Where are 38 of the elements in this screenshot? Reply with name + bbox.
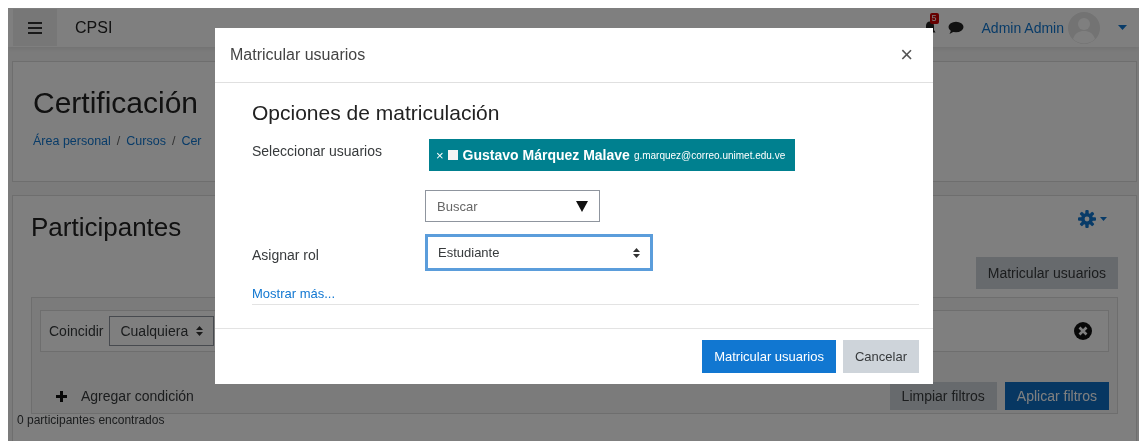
breadcrumb-link[interactable]: Cer — [181, 134, 202, 148]
enrol-users-button[interactable]: Matricular usuarios — [702, 340, 836, 373]
site-name[interactable]: CPSI — [75, 18, 113, 37]
section-heading: Opciones de matriculación — [252, 101, 501, 125]
participant-count: 0 participantes encontrados — [17, 414, 166, 427]
enrol-users-button[interactable]: Matricular usuarios — [975, 257, 1118, 289]
breadcrumb-link[interactable]: Área personal — [33, 134, 111, 148]
breadcrumb-link[interactable]: Cursos — [126, 134, 166, 148]
chat-icon[interactable] — [947, 21, 964, 34]
match-select[interactable]: Cualquiera — [109, 316, 215, 346]
show-more-link[interactable]: Mostrar más... — [252, 286, 336, 301]
sort-icon — [196, 326, 204, 336]
sort-icon — [633, 247, 640, 258]
clear-filters-button[interactable]: Limpiar filtros — [889, 382, 997, 410]
apply-filters-button[interactable]: Aplicar filtros — [1004, 382, 1109, 410]
dropdown-icon — [576, 200, 588, 212]
caret-icon[interactable] — [1118, 25, 1127, 30]
search-select[interactable]: Buscar — [425, 190, 600, 222]
modal-title: Matricular usuarios — [230, 46, 366, 64]
section-title: Participantes — [31, 212, 182, 243]
match-label: Coincidir — [49, 323, 104, 339]
remove-icon[interactable] — [1074, 322, 1092, 340]
menu-icon — [28, 21, 42, 34]
field-label: Seleccionar usuarios — [252, 142, 383, 159]
selected-user-chip[interactable]: × Gustavo Márquez Malave g.marquez@correo.unimet.edu.ve — [429, 139, 796, 171]
menu-button[interactable] — [13, 9, 57, 46]
breadcrumb-separator: / — [116, 134, 121, 148]
page-title: Certificación — [33, 86, 199, 120]
user-name[interactable]: Admin Admin — [981, 19, 1064, 36]
breadcrumb-separator: / — [171, 134, 176, 148]
field-label: Asignar rol — [252, 245, 320, 263]
notification-badge: 5 — [929, 12, 939, 24]
cancel-button[interactable]: Cancelar — [842, 340, 919, 373]
role-select[interactable]: Estudiante — [425, 234, 653, 271]
plus-icon — [56, 390, 67, 402]
settings-icon[interactable] — [1078, 210, 1108, 228]
close-button[interactable]: × — [896, 44, 917, 66]
add-condition-link[interactable]: Agregar condición — [40, 388, 194, 404]
